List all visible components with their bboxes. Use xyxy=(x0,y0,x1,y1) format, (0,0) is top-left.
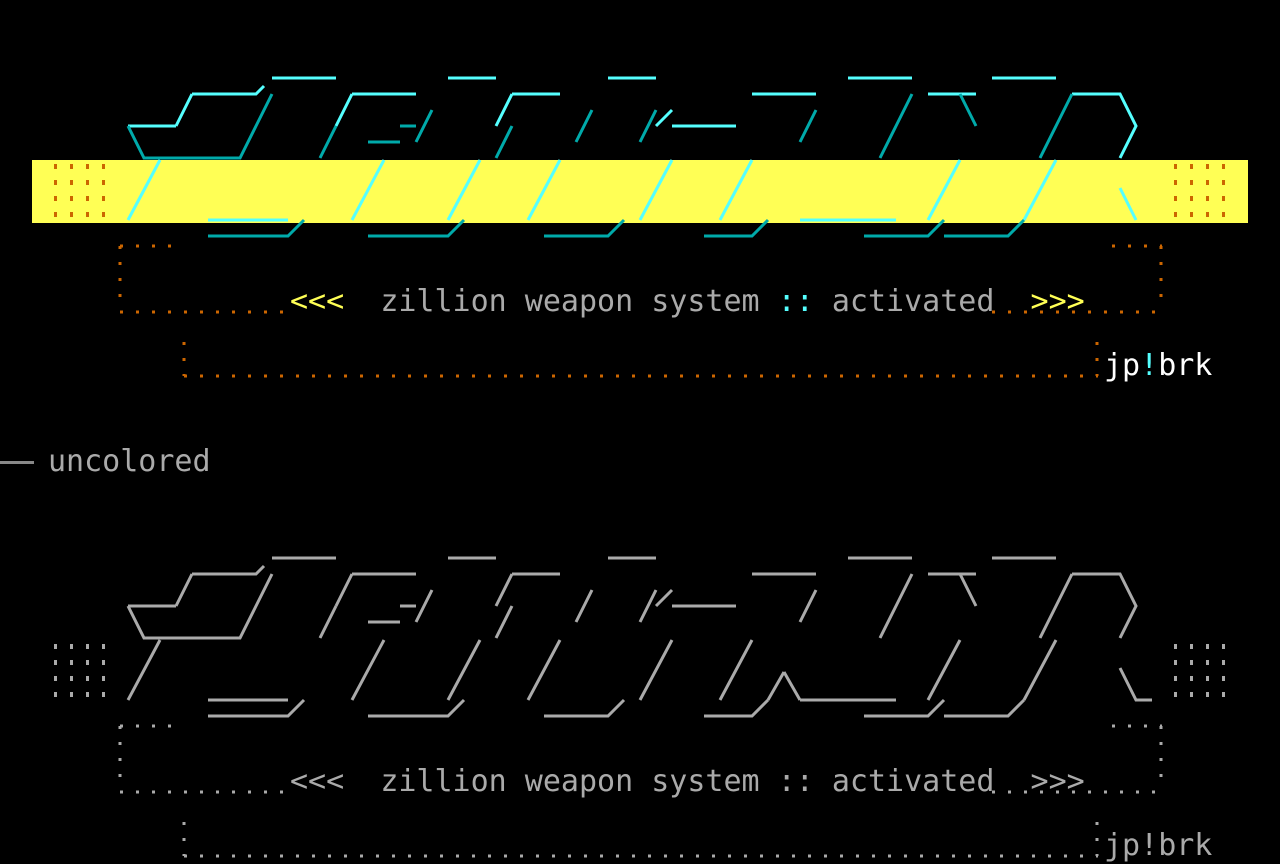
ansi-art-canvas: <<< zillion weapon system :: activated >… xyxy=(0,0,1280,864)
signature-bang: ! xyxy=(1140,828,1159,863)
tagline-separator: :: xyxy=(777,764,814,799)
signature-part-1: jp xyxy=(1104,348,1141,383)
signature-part-2: brk xyxy=(1158,828,1213,863)
tagline-text-1: zillion weapon system xyxy=(380,284,760,319)
section-divider xyxy=(0,461,34,464)
tagline-uncolored: <<< zillion weapon system :: activated >… xyxy=(290,766,1085,798)
tagline-open: <<< xyxy=(290,284,345,319)
logo-strokes-uncolored xyxy=(126,556,1152,718)
signature-colored: jp!brk xyxy=(1104,350,1212,382)
zillion-logo-art xyxy=(32,76,1248,858)
signature-part-1: jp xyxy=(1104,828,1141,863)
tagline-text-2: activated xyxy=(831,284,995,319)
tagline-close: >>> xyxy=(1030,284,1085,319)
highlight-band xyxy=(32,160,1248,223)
tagline-text-1: zillion weapon system xyxy=(380,764,760,799)
section-label: uncolored xyxy=(48,444,211,479)
signature-uncolored: jp!brk xyxy=(1104,830,1212,862)
tagline-open: <<< xyxy=(290,764,345,799)
tagline-close: >>> xyxy=(1030,764,1085,799)
tagline-text-2: activated xyxy=(831,764,995,799)
tagline-colored: <<< zillion weapon system :: activated >… xyxy=(290,286,1085,318)
signature-part-2: brk xyxy=(1158,348,1213,383)
signature-bang: ! xyxy=(1140,348,1159,383)
tagline-separator: :: xyxy=(777,284,814,319)
